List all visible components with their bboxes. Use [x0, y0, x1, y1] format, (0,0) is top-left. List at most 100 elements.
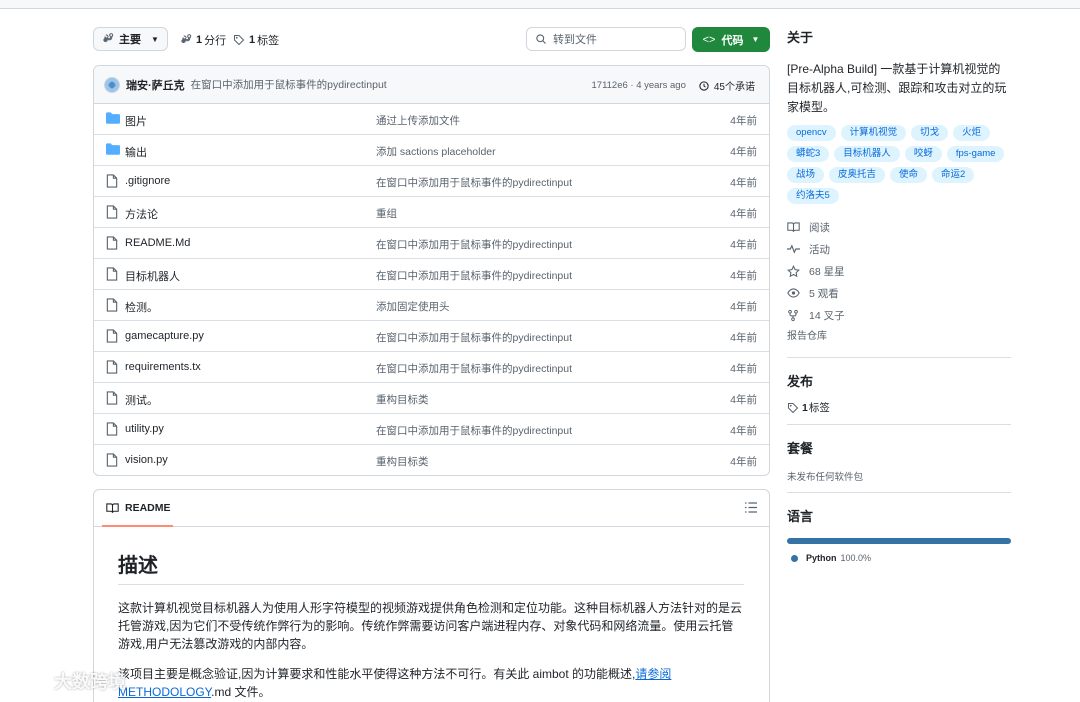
file-commit-message[interactable]: 在窗口中添加用于鼠标事件的pydirectinput — [376, 175, 572, 190]
code-label: 代码 — [721, 34, 744, 47]
file-name[interactable]: 方法论 — [125, 206, 158, 222]
topic-tag[interactable]: 计算机视觉 — [840, 125, 907, 141]
readme-tab[interactable]: README — [102, 490, 173, 527]
topic-tag[interactable]: 咬蚜 — [904, 146, 942, 162]
file-row[interactable]: .gitignore 在窗口中添加用于鼠标事件的pydirectinput 4年前 — [94, 166, 769, 197]
file-row[interactable]: requirements.tx 在窗口中添加用于鼠标事件的pydirectinpu… — [94, 352, 769, 383]
topic-tag[interactable]: 蟒蛇3 — [787, 146, 830, 162]
file-age: 4年前 — [730, 270, 757, 282]
file-name[interactable]: .gitignore — [125, 175, 170, 187]
file-row[interactable]: README.Md 在窗口中添加用于鼠标事件的pydirectinput 4年前 — [94, 228, 769, 259]
go-to-file-input[interactable]: 转到文件 — [526, 27, 686, 51]
file-row[interactable]: 输出 添加 sactions placeholder 4年前 — [94, 135, 769, 166]
commits-count-link[interactable]: 45个承诺 — [698, 78, 755, 93]
file-age: 4年前 — [730, 239, 757, 251]
commit-message[interactable]: 在窗口中添加用于鼠标事件的pydirectinput — [191, 77, 387, 92]
stars-link-label: 68 星星 — [809, 265, 845, 278]
commit-author[interactable]: 瑞安·萨丘克 — [126, 77, 185, 93]
file-commit-message[interactable]: 在窗口中添加用于鼠标事件的pydirectinput — [376, 423, 572, 438]
file-name[interactable]: README.Md — [125, 237, 190, 249]
file-commit-message[interactable]: 在窗口中添加用于鼠标事件的pydirectinput — [376, 361, 572, 376]
topic-tag[interactable]: 切戈 — [911, 125, 949, 141]
file-name[interactable]: requirements.tx — [125, 361, 201, 373]
file-icon-wrap — [106, 391, 120, 405]
branches-link[interactable]: 1 分行 — [180, 32, 226, 48]
file-age: 4年前 — [730, 146, 757, 158]
topic-tag[interactable]: 火炬 — [953, 125, 991, 141]
chevron-down-icon: ▼ — [151, 34, 159, 44]
readme-link[interactable]: 阅读 — [787, 216, 1011, 238]
file-icon — [106, 174, 118, 188]
file-row[interactable]: 检测。 添加固定使用头 4年前 — [94, 290, 769, 321]
topic-tag[interactable]: 皮奥托吉 — [829, 167, 886, 183]
file-row[interactable]: 目标机器人 在窗口中添加用于鼠标事件的pydirectinput 4年前 — [94, 259, 769, 290]
file-icon-wrap — [106, 360, 120, 374]
about-title: 关于 — [787, 30, 814, 45]
branch-name: 主要 — [119, 34, 141, 46]
tags-link[interactable]: 1 标签 — [233, 32, 279, 48]
report-repository-link[interactable]: 报告仓库 — [787, 326, 1011, 348]
file-commit-message[interactable]: 在窗口中添加用于鼠标事件的pydirectinput — [376, 330, 572, 345]
packages-title[interactable]: 套餐 — [787, 438, 1011, 457]
folder-icon-wrap — [106, 112, 120, 126]
readme-header: README — [94, 490, 769, 527]
file-row[interactable]: vision.py 重构目标类 4年前 — [94, 445, 769, 475]
file-icon — [106, 422, 118, 436]
file-name[interactable]: 图片 — [125, 113, 147, 129]
file-name[interactable]: 输出 — [125, 144, 147, 160]
file-commit-message[interactable]: 在窗口中添加用于鼠标事件的pydirectinput — [376, 237, 572, 252]
forks-link[interactable]: 14 叉子 — [787, 304, 1011, 326]
topic-tag[interactable]: 目标机器人 — [834, 146, 900, 162]
file-row[interactable]: 方法论 重组 4年前 — [94, 197, 769, 228]
releases-tags-link[interactable]: 1 标签 — [787, 400, 1011, 415]
file-age: 4年前 — [730, 332, 757, 344]
file-row[interactable]: utility.py 在窗口中添加用于鼠标事件的pydirectinput 4年前 — [94, 414, 769, 445]
file-name[interactable]: gamecapture.py — [125, 330, 204, 342]
folder-icon — [106, 112, 120, 124]
file-commit-message[interactable]: 添加 sactions placeholder — [376, 144, 496, 159]
file-commit-message[interactable]: 重构目标类 — [376, 454, 429, 469]
readme-heading: 描述 — [118, 549, 744, 585]
file-row[interactable]: 图片 通过上传添加文件 4年前 — [94, 104, 769, 135]
topic-tag[interactable]: 约洛夫5 — [787, 188, 839, 204]
file-name[interactable]: vision.py — [125, 454, 168, 466]
language-python[interactable]: Python 100.0% — [787, 553, 1011, 563]
file-name[interactable]: 目标机器人 — [125, 268, 180, 284]
commit-hash-time[interactable]: 17112e6 · 4 years ago — [592, 80, 686, 91]
file-row[interactable]: 测试。 重构目标类 4年前 — [94, 383, 769, 414]
file-commit-message[interactable]: 添加固定使用头 — [376, 299, 450, 314]
file-age: 4年前 — [730, 115, 757, 127]
code-icon: <> — [702, 33, 716, 46]
chevron-down-icon: ▼ — [751, 35, 760, 44]
file-name[interactable]: utility.py — [125, 423, 164, 435]
branch-select-button[interactable]: 主要 ▼ — [93, 27, 168, 51]
topic-tag[interactable]: opencv — [787, 125, 836, 141]
file-name[interactable]: 测试。 — [125, 392, 158, 408]
topic-tag[interactable]: 使命 — [890, 167, 928, 183]
file-commit-message[interactable]: 重组 — [376, 206, 397, 221]
repo-links: 阅读 活动 68 星星 5 观看 14 叉子 报告仓库 — [787, 216, 1011, 348]
file-name[interactable]: 检测。 — [125, 299, 158, 315]
avatar[interactable] — [104, 76, 120, 93]
latest-commit-bar: 瑞安·萨丘克 在窗口中添加用于鼠标事件的pydirectinput 17112e… — [94, 66, 769, 104]
file-commit-message[interactable]: 在窗口中添加用于鼠标事件的pydirectinput — [376, 268, 572, 283]
outline-list-icon[interactable] — [745, 502, 757, 513]
topic-tag[interactable]: 命运2 — [932, 167, 975, 183]
watchers-link[interactable]: 5 观看 — [787, 282, 1011, 304]
file-commit-message[interactable]: 重构目标类 — [376, 392, 429, 407]
activity-link[interactable]: 活动 — [787, 238, 1011, 260]
releases-title[interactable]: 发布 — [787, 371, 1011, 390]
topic-tag[interactable]: 战场 — [787, 167, 825, 183]
watermark-logo-icon — [9, 670, 42, 692]
watchers-link-label: 5 观看 — [809, 287, 839, 300]
file-commit-message[interactable]: 通过上传添加文件 — [376, 113, 460, 128]
methodology-link[interactable]: 请参阅 — [635, 667, 671, 681]
file-icon-wrap — [106, 267, 120, 281]
topic-tag[interactable]: fps-game — [946, 146, 1005, 162]
book-icon — [106, 502, 119, 513]
file-row[interactable]: gamecapture.py 在窗口中添加用于鼠标事件的pydirectinput… — [94, 321, 769, 352]
branches-count: 1 — [196, 34, 203, 46]
repo-sidebar: 关于 [Pre-Alpha Build] 一款基于计算机视觉的目标机器人,可检测… — [787, 27, 1011, 563]
code-button[interactable]: <> 代码 ▼ — [692, 27, 770, 52]
stars-link[interactable]: 68 星星 — [787, 260, 1011, 282]
